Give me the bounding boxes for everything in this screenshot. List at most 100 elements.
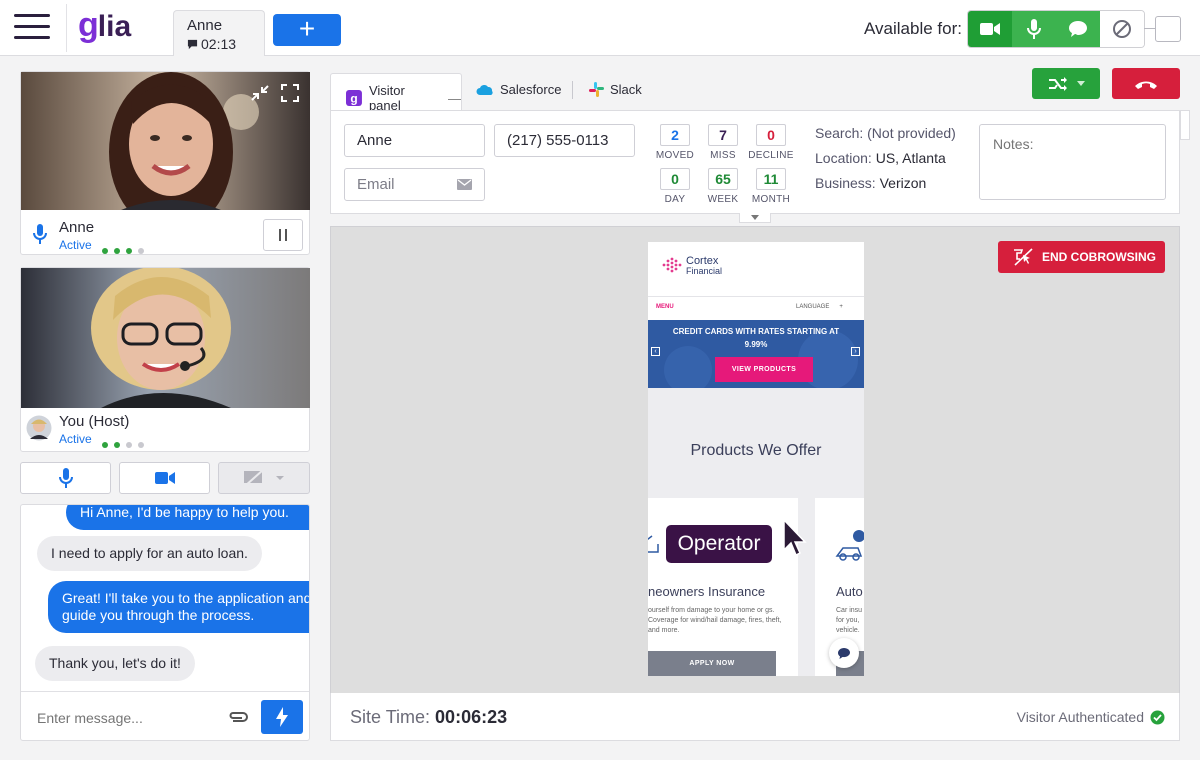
visitor-search: Search: (Not provided) xyxy=(815,125,956,141)
cortex-logo-text: Cortex Financial xyxy=(686,255,723,277)
new-session-button[interactable]: + xyxy=(273,14,341,46)
message-compose-bar xyxy=(21,691,309,740)
microphone-icon xyxy=(1027,19,1041,39)
notes-field[interactable] xyxy=(979,124,1166,200)
chevron-down-icon xyxy=(276,476,284,480)
screen-share-button[interactable] xyxy=(218,462,310,494)
site-products-heading: Products We Offer xyxy=(690,442,822,459)
visitor-name-field[interactable]: Anne xyxy=(344,124,485,157)
site-banner: CREDIT CARDS WITH RATES STARTING AT 9.99… xyxy=(648,320,864,388)
availability-checkbox[interactable] xyxy=(1155,16,1181,42)
chat-message-visitor: Thank you, let's do it! xyxy=(35,646,195,681)
unavailable-button[interactable] xyxy=(1100,11,1144,47)
chevron-down-icon xyxy=(1076,81,1085,86)
stat-month: 11 MONTH xyxy=(741,168,801,205)
visitor-email-field[interactable]: Email xyxy=(344,168,485,201)
available-video-button[interactable] xyxy=(968,11,1012,47)
hang-up-phone-icon xyxy=(1135,81,1157,89)
message-input[interactable] xyxy=(35,704,224,732)
block-icon xyxy=(1113,20,1131,38)
top-bar: glia Anne 02:13 + Available for: xyxy=(0,0,1200,56)
visitor-video-card: Anne Active xyxy=(20,71,310,255)
envelope-icon xyxy=(457,179,472,190)
host-avatar xyxy=(26,415,52,441)
divider xyxy=(648,296,864,297)
visitor-location: Location: US, Atlanta xyxy=(815,150,946,166)
site-language-link[interactable]: LANGUAGE + xyxy=(796,304,843,310)
mute-microphone-button[interactable] xyxy=(20,462,111,494)
slack-icon xyxy=(589,82,604,97)
toggle-camera-button[interactable] xyxy=(119,462,210,494)
microphone-icon xyxy=(58,468,73,488)
site-menu-link[interactable]: MENU xyxy=(656,304,674,310)
hamburger-menu-icon[interactable] xyxy=(14,14,50,39)
cortex-logo-icon xyxy=(662,257,682,273)
availability-toggle-group xyxy=(967,10,1145,48)
site-product-card-text: ourself from damage to your home or gs. … xyxy=(648,607,782,634)
chat-message-operator: Great! I'll take you to the application … xyxy=(48,581,309,633)
carousel-prev-icon[interactable]: ‹ xyxy=(651,347,660,356)
site-product-card-title: Auto xyxy=(836,584,863,599)
paperclip-icon[interactable] xyxy=(227,710,249,724)
chat-panel: Hi Anne, I'd be happy to help you. I nee… xyxy=(20,504,310,741)
host-video-card: You (Host) Active xyxy=(20,267,310,452)
pause-button[interactable] xyxy=(263,219,303,251)
expand-panel-toggle[interactable] xyxy=(739,213,771,223)
fullscreen-icon[interactable] xyxy=(281,84,299,102)
minimize-icon[interactable] xyxy=(250,84,270,102)
host-video-feed xyxy=(21,268,310,408)
visitor-authenticated-status: Visitor Authenticated xyxy=(1017,709,1165,725)
tab-visitor-panel[interactable]: g Visitor panel — xyxy=(330,73,462,113)
host-status: Active xyxy=(59,432,92,446)
quick-actions-button[interactable] xyxy=(261,700,303,734)
screen-share-off-icon xyxy=(244,469,264,487)
site-chat-launcher[interactable] xyxy=(829,638,859,668)
site-product-card-text: Car insu for you, vehicle. xyxy=(836,607,863,634)
tab-salesforce[interactable]: Salesforce xyxy=(476,82,561,97)
chat-bubble-icon xyxy=(838,647,850,659)
video-camera-icon xyxy=(154,472,175,484)
visitor-status: Active xyxy=(59,238,92,252)
video-camera-icon xyxy=(980,23,1000,35)
glia-panel-icon: g xyxy=(346,90,362,106)
auto-insurance-icon xyxy=(835,530,864,561)
home-insurance-icon xyxy=(648,535,659,553)
end-cobrowsing-button[interactable]: END COBROWSING xyxy=(998,241,1165,273)
side-panel-handle[interactable] xyxy=(1180,110,1190,140)
tab-slack[interactable]: Slack xyxy=(589,82,642,97)
collapse-icon: — xyxy=(448,90,461,106)
connection-quality-indicator xyxy=(102,241,150,259)
stat-decline: 0 DECLINE xyxy=(741,124,801,161)
site-product-card-title: neowners Insurance xyxy=(648,584,766,599)
pause-icon xyxy=(279,229,287,241)
transfer-button[interactable] xyxy=(1032,68,1100,99)
session-tab-anne[interactable]: Anne 02:13 xyxy=(173,10,265,56)
host-name: You (Host) xyxy=(59,413,130,430)
glia-logo: glia xyxy=(78,6,132,44)
lightning-bolt-icon xyxy=(276,707,288,727)
chevron-down-icon xyxy=(751,215,759,220)
cobrowse-viewport: END COBROWSING Cortex Financial MENU LANG… xyxy=(330,226,1180,694)
cobrowse-off-icon xyxy=(1014,248,1033,266)
chat-bubble-icon xyxy=(187,39,198,50)
tab-divider xyxy=(572,81,573,99)
site-banner-text: CREDIT CARDS WITH RATES STARTING AT 9.99… xyxy=(672,327,840,349)
divider xyxy=(66,4,67,52)
microphone-icon xyxy=(33,224,47,244)
availability-label: Available for: xyxy=(864,19,962,38)
svg-text:g: g xyxy=(350,91,357,105)
operator-cursor-icon xyxy=(783,519,807,557)
end-call-button[interactable] xyxy=(1112,68,1180,99)
operator-cursor-label: Operator xyxy=(666,525,772,563)
check-circle-icon xyxy=(1150,710,1165,724)
site-apply-now-button[interactable]: APPLY NOW xyxy=(648,651,776,676)
visitor-phone-field[interactable]: (217) 555-0113 xyxy=(494,124,635,157)
chat-bubble-icon xyxy=(1069,21,1087,37)
site-view-products-button[interactable]: VIEW PRODUCTS xyxy=(715,357,813,382)
session-name: Anne xyxy=(187,17,223,34)
available-audio-button[interactable] xyxy=(1012,11,1056,47)
chat-message-visitor: I need to apply for an auto loan. xyxy=(37,536,262,571)
available-chat-button[interactable] xyxy=(1056,11,1100,47)
site-time: Site Time: 00:06:23 xyxy=(350,707,508,727)
carousel-next-icon[interactable]: › xyxy=(851,347,860,356)
